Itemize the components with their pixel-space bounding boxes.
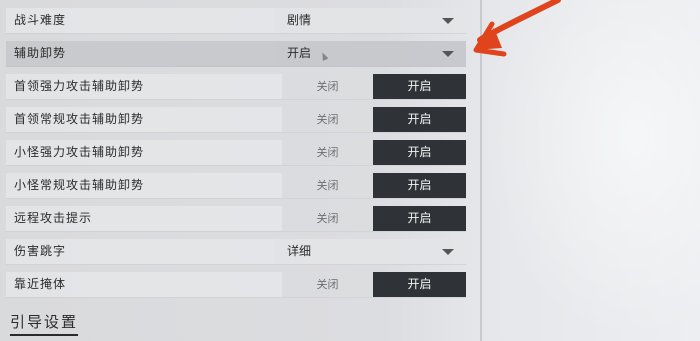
toggle-on-option[interactable]: 开启 — [373, 272, 466, 297]
dropdown-value: 详细 — [287, 244, 312, 258]
boss-heavy-assist-toggle: 关闭 开启 — [282, 74, 466, 99]
setting-row-ranged-attack-hint: 远程攻击提示 关闭 开启 — [6, 206, 466, 232]
setting-label: 小怪常规攻击辅助卸势 — [14, 178, 145, 192]
setting-label: 靠近掩体 — [14, 277, 67, 291]
toggle-on-option[interactable]: 开启 — [373, 140, 466, 165]
minion-normal-assist-toggle: 关闭 开启 — [282, 173, 466, 198]
setting-label: 首领强力攻击辅助卸势 — [14, 79, 145, 93]
settings-panel: 战斗难度 剧情 辅助卸势 开启 首领强力攻击辅助卸势 关闭 开启 首领常规攻击辅… — [0, 0, 478, 341]
dropdown-value: 剧情 — [287, 13, 312, 27]
toggle-off-option[interactable]: 关闭 — [282, 206, 374, 231]
toggle-on-option[interactable]: 开启 — [373, 206, 466, 231]
toggle-off-option[interactable]: 关闭 — [282, 173, 374, 198]
section-title-guide-settings: 引导设置 — [10, 311, 79, 336]
toggle-off-option[interactable]: 关闭 — [282, 140, 374, 165]
toggle-on-option[interactable]: 开启 — [373, 173, 466, 198]
toggle-off-option[interactable]: 关闭 — [282, 107, 374, 132]
setting-label: 小怪强力攻击辅助卸势 — [14, 145, 145, 159]
toggle-on-option[interactable]: 开启 — [373, 74, 466, 99]
toggle-on-option[interactable]: 开启 — [373, 107, 466, 132]
setting-row-combat-difficulty: 战斗难度 剧情 — [6, 8, 466, 34]
boss-normal-assist-toggle: 关闭 开启 — [282, 107, 466, 132]
setting-row-boss-normal-assist: 首领常规攻击辅助卸势 关闭 开启 — [6, 107, 466, 133]
setting-row-boss-heavy-assist: 首领强力攻击辅助卸势 关闭 开启 — [6, 74, 466, 100]
assist-parry-dropdown[interactable]: 开启 — [275, 41, 466, 66]
chevron-down-icon — [442, 18, 454, 24]
background-haze — [480, 0, 700, 341]
chevron-down-icon — [442, 51, 454, 57]
setting-label: 伤害跳字 — [14, 244, 67, 258]
setting-row-damage-numbers: 伤害跳字 详细 — [6, 239, 466, 265]
toggle-off-option[interactable]: 关闭 — [282, 272, 374, 297]
combat-difficulty-dropdown[interactable]: 剧情 — [275, 8, 466, 33]
setting-row-minion-normal-assist: 小怪常规攻击辅助卸势 关闭 开启 — [6, 173, 466, 199]
setting-label: 首领常规攻击辅助卸势 — [14, 112, 145, 126]
damage-numbers-dropdown[interactable]: 详细 — [275, 239, 466, 264]
near-cover-toggle: 关闭 开启 — [282, 272, 466, 297]
setting-label: 远程攻击提示 — [14, 211, 93, 225]
dropdown-value: 开启 — [287, 46, 312, 60]
setting-label: 辅助卸势 — [14, 46, 67, 60]
setting-row-near-cover: 靠近掩体 关闭 开启 — [6, 272, 466, 298]
panel-divider — [480, 0, 482, 341]
ranged-attack-hint-toggle: 关闭 开启 — [282, 206, 466, 231]
setting-row-assist-parry: 辅助卸势 开启 — [6, 41, 466, 67]
toggle-off-option[interactable]: 关闭 — [282, 74, 374, 99]
setting-label: 战斗难度 — [14, 13, 67, 27]
chevron-down-icon — [442, 249, 454, 255]
minion-heavy-assist-toggle: 关闭 开启 — [282, 140, 466, 165]
setting-row-minion-heavy-assist: 小怪强力攻击辅助卸势 关闭 开启 — [6, 140, 466, 166]
